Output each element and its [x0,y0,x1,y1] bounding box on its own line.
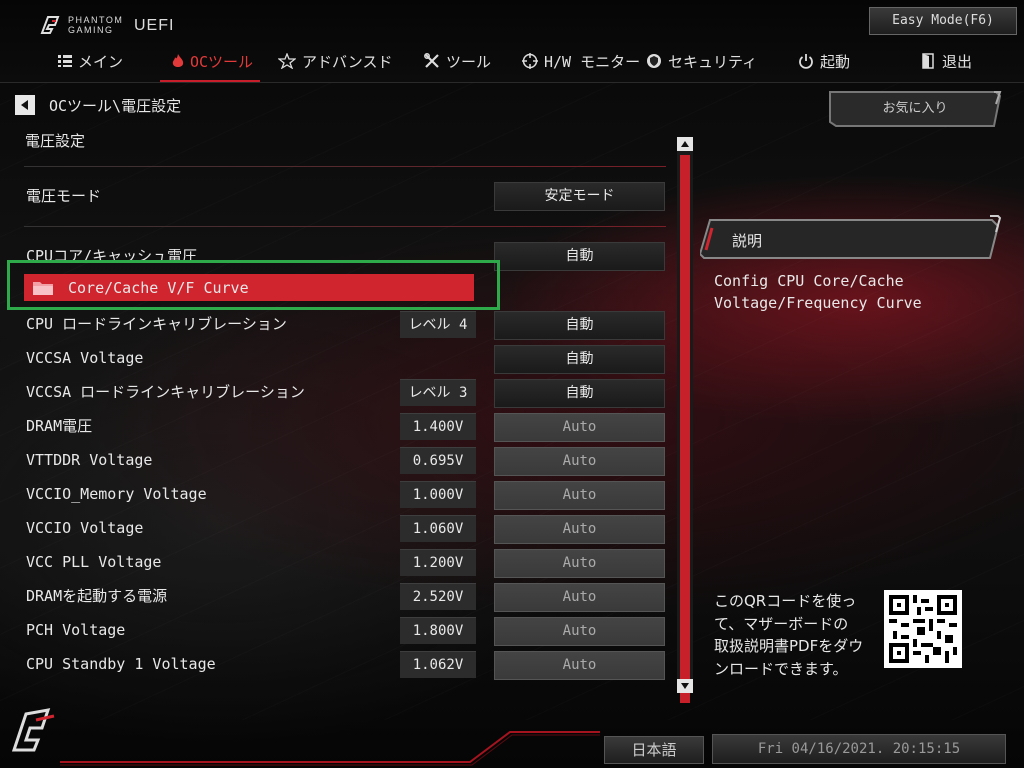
tab-security[interactable]: セキュリティ [646,44,757,78]
date-time-display: Fri 04/16/2021. 20:15:15 [712,734,1006,764]
setting-label: VTTDDR Voltage [26,451,153,469]
tab-oc-tweaker-label: OCツール [190,52,254,71]
voltage-mode-label: 電圧モード [26,187,102,205]
top-bar: PHANTOM GAMING UEFI Easy Mode(F6) [0,0,1024,82]
setting-select[interactable]: 自動 [494,345,665,374]
bottom-accent-line [60,731,600,766]
crosshair-icon [522,53,538,69]
nav-divider [0,82,1024,83]
brand-line1: PHANTOM [68,15,124,25]
scroll-down-arrow-icon[interactable] [677,679,693,693]
setting-label: CPU ロードラインキャリブレーション [26,315,287,333]
language-button[interactable]: 日本語 [604,736,704,764]
cpu-core-cache-voltage-select[interactable]: 自動 [494,242,665,271]
current-value: 1.200V [400,549,476,576]
setting-label: VCCSA Voltage [26,349,144,367]
setting-select[interactable]: Auto [494,515,665,544]
setting-label: VCCIO_Memory Voltage [26,485,207,503]
list-icon [58,55,72,67]
current-value: 2.520V [400,583,476,610]
setting-label: CPU Standby 1 Voltage [26,655,216,673]
setting-select[interactable]: Auto [494,651,665,680]
divider [24,166,666,167]
qr-code-icon [884,590,962,668]
tab-hw-monitor-label: H/W モニター [544,52,641,71]
setting-select[interactable]: Auto [494,583,665,612]
current-value: 1.000V [400,481,476,508]
scroll-up-arrow-icon[interactable] [677,137,693,151]
tab-boot-label: 起動 [820,52,851,71]
asrock-logo-icon [40,16,60,34]
qr-code-pattern [889,595,957,663]
tab-security-label: セキュリティ [668,52,758,71]
flame-icon [172,53,184,67]
tab-advanced-label: アドバンスド [302,52,393,71]
voltage-mode-select[interactable]: 安定モード [494,182,665,211]
tab-boot[interactable]: 起動 [798,44,850,78]
brand-line2: GAMING [68,25,114,35]
current-value: 0.695V [400,447,476,474]
description-text: Config CPU Core/Cache Voltage/Frequency … [714,272,922,312]
star-icon [278,53,296,69]
setting-select[interactable]: Auto [494,549,665,578]
tab-hw-monitor[interactable]: H/W モニター [522,44,640,78]
current-value: 1.400V [400,413,476,440]
setting-select[interactable]: 自動 [494,311,665,340]
current-value: 1.062V [400,651,476,678]
setting-select[interactable]: Auto [494,447,665,476]
scroll-thumb[interactable] [680,155,690,703]
divider [24,226,666,227]
breadcrumb-path: OCツール\電圧設定 [49,96,182,115]
current-value: 1.800V [400,617,476,644]
tab-main[interactable]: メイン [58,44,123,78]
tab-oc-tweaker[interactable]: OCツール [172,44,253,78]
tab-exit-label: 退出 [942,52,973,71]
description-heading: 説明 [732,232,763,250]
qr-instruction-text: このQRコードを使っ て、マザーボードの 取扱説明書PDFをダウ ンロードできま… [714,592,864,678]
current-value: レベル 3 [400,379,476,406]
favorites-label: お気に入り [882,101,948,116]
setting-select[interactable]: Auto [494,413,665,442]
phantom-gaming-emblem-icon [11,708,55,752]
section-title: 電圧設定 [25,132,86,150]
tab-main-label: メイン [78,52,124,71]
setting-label: VCCSA ロードラインキャリブレーション [26,383,305,401]
tab-tool-label: ツール [446,52,492,71]
favorites-button[interactable]: お気に入り [828,88,1002,128]
power-icon [799,54,813,69]
setting-label: DRAMを起動する電源 [26,587,168,605]
setting-select[interactable]: Auto [494,617,665,646]
setting-label: PCH Voltage [26,621,126,639]
tab-tool[interactable]: ツール [424,44,491,78]
setting-label: VCC PLL Voltage [26,553,162,571]
scrollbar[interactable] [677,137,693,703]
shield-icon [647,54,661,68]
setting-label: DRAM電圧 [26,417,93,435]
easy-mode-button[interactable]: Easy Mode(F6) [869,7,1017,35]
tools-icon [424,53,439,68]
brand-suffix: UEFI [134,17,175,34]
setting-select[interactable]: Auto [494,481,665,510]
highlight-box [7,260,500,310]
breadcrumb: OCツール\電圧設定 [15,94,181,116]
phantom-gaming-logo: PHANTOM GAMING UEFI [38,13,188,39]
setting-label: VCCIO Voltage [26,519,144,537]
setting-select[interactable]: 自動 [494,379,665,408]
exit-door-icon [922,53,934,69]
tab-advanced[interactable]: アドバンスド [278,44,392,78]
description-header: 説明 [698,212,1002,260]
current-value: レベル 4 [400,311,476,338]
tab-exit[interactable]: 退出 [922,44,972,78]
back-arrow-icon[interactable] [15,95,35,115]
current-value: 1.060V [400,515,476,542]
